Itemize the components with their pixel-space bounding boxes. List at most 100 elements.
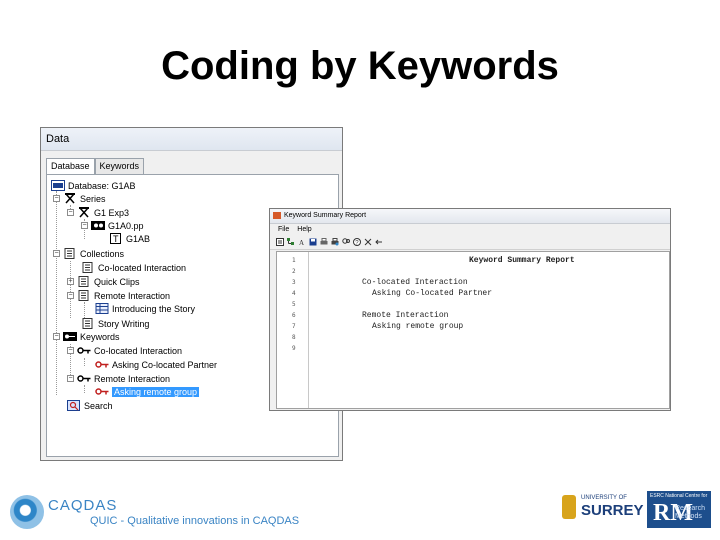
line-number: 7 — [292, 323, 296, 330]
series-icon — [65, 193, 75, 204]
tree-item-keyword[interactable]: Asking Co-located Partner — [95, 358, 217, 371]
tree-item-collections[interactable]: − Collections — [53, 247, 124, 260]
keyword-group-icon — [63, 332, 77, 341]
ncrm-top-text: ESRC National Centre for — [650, 493, 708, 499]
keyword-summary-window: Keyword Summary Report File Help A ? 1 2… — [269, 208, 671, 411]
help-icon[interactable]: ? — [353, 238, 361, 246]
print-setup-icon[interactable] — [331, 238, 339, 246]
transcript-icon: T — [110, 233, 121, 244]
line-number: 1 — [292, 257, 296, 264]
tree-item-keywords[interactable]: − Keywords — [53, 330, 120, 343]
back-arrow-icon[interactable] — [375, 238, 383, 246]
tree-item-label: G1 Exp3 — [94, 207, 130, 218]
database-icon — [51, 180, 65, 191]
collapse-toggle[interactable]: − — [67, 375, 74, 382]
collapse-toggle[interactable]: − — [67, 209, 74, 216]
ncrm-logo: ESRC National Centre for RM Research Met… — [647, 491, 711, 528]
tree-item-label: G1A0.pp — [108, 220, 144, 231]
surrey-logo: UNIVERSITY OF SURREY — [562, 493, 644, 523]
caqdas-circle-icon — [10, 495, 44, 529]
tree-toggle-icon[interactable] — [287, 238, 295, 246]
menu-file[interactable]: File — [278, 224, 289, 235]
tree-item-series[interactable]: − Series — [53, 192, 106, 205]
tree-item-label: Search — [84, 400, 113, 411]
tree-item-keyword-selected[interactable]: Asking remote group — [95, 385, 200, 398]
collapse-toggle[interactable]: − — [67, 292, 74, 299]
print-icon[interactable] — [320, 238, 328, 246]
tree-item-label: Collections — [80, 248, 125, 259]
tree-item-collection[interactable]: Story Writing — [81, 317, 149, 330]
toolbar: A ? — [270, 235, 670, 250]
font-icon[interactable]: A — [298, 238, 306, 246]
report-line-keyword: Asking Co-located Partner — [372, 289, 493, 298]
surrey-name: SURREY — [581, 502, 644, 519]
keyword-summary-title: Keyword Summary Report — [284, 212, 367, 219]
tab-database[interactable]: Database — [46, 158, 95, 174]
key-icon — [95, 388, 109, 395]
collapse-toggle[interactable]: − — [53, 333, 60, 340]
clip-icon — [95, 303, 109, 314]
tree-item-media[interactable]: − G1A0.pp — [81, 219, 144, 232]
tree-item-collection[interactable]: + Quick Clips — [67, 275, 140, 288]
tree-item-label: Co-located Interaction — [94, 345, 183, 356]
collapse-toggle[interactable]: − — [67, 347, 74, 354]
tree-item-keyword-group[interactable]: − Co-located Interaction — [67, 344, 182, 357]
tree-item-clip[interactable]: Introducing the Story — [95, 302, 195, 315]
slide-title: Coding by Keywords — [161, 44, 559, 88]
tree-item-label: Database: G1AB — [68, 180, 136, 191]
collapse-toggle[interactable]: − — [81, 222, 88, 229]
tree-item-label: Keywords — [80, 331, 120, 342]
close-icon[interactable] — [364, 238, 372, 246]
expand-toggle[interactable]: + — [67, 278, 74, 285]
tree-item-label: Remote Interaction — [94, 373, 171, 384]
collection-icon — [78, 276, 89, 287]
key-icon — [77, 347, 91, 354]
media-file-icon — [91, 221, 105, 230]
tree-item-label: Asking Co-located Partner — [112, 359, 218, 370]
save-icon[interactable] — [309, 238, 317, 246]
tree-item-database[interactable]: Database: G1AB — [51, 179, 136, 192]
tree-item-collection[interactable]: − Remote Interaction — [67, 289, 170, 302]
collection-icon — [82, 262, 93, 273]
tree-item-label: Series — [80, 193, 106, 204]
line-number: 4 — [292, 290, 296, 297]
key-icon — [77, 375, 91, 382]
report-icon[interactable] — [276, 238, 284, 246]
tree-item-transcript[interactable]: T G1AB — [109, 232, 150, 245]
menu-help[interactable]: Help — [297, 224, 311, 235]
tree-item-label: G1AB — [126, 233, 151, 244]
stag-crest-icon — [562, 495, 576, 519]
tree-item-label: Asking remote group — [112, 386, 200, 397]
tree-item-label: Introducing the Story — [112, 303, 196, 314]
tree-item-label: Co-located Interaction — [98, 262, 187, 273]
tree-item-episode[interactable]: − G1 Exp3 — [67, 206, 129, 219]
ncrm-side-word: Methods — [675, 513, 702, 520]
caqdas-name: CAQDAS — [48, 497, 118, 514]
collection-icon — [82, 318, 93, 329]
ncrm-side-text: Research Methods — [675, 505, 705, 521]
app-icon — [273, 212, 281, 219]
tree-item-search[interactable]: Search — [67, 399, 113, 412]
tree-item-label: Quick Clips — [94, 276, 140, 287]
report-line-keyword-group: Co-located Interaction — [362, 278, 468, 287]
tree-item-keyword-group[interactable]: − Remote Interaction — [67, 372, 170, 385]
find-icon[interactable] — [342, 238, 350, 246]
tab-keywords[interactable]: Keywords — [94, 158, 145, 174]
collapse-toggle[interactable]: − — [53, 250, 60, 257]
ncrm-side-word: Research — [675, 505, 705, 512]
svg-text:T: T — [113, 234, 119, 244]
line-number: 5 — [292, 301, 296, 308]
report-heading: Keyword Summary Report — [469, 256, 575, 265]
report-document[interactable]: 1 2 3 4 5 6 7 8 9 Keyword Summary Report… — [276, 251, 670, 409]
collapse-toggle[interactable]: − — [53, 195, 60, 202]
episode-icon — [79, 207, 89, 218]
report-line-keyword-group: Remote Interaction — [362, 311, 449, 320]
line-number: 8 — [292, 334, 296, 341]
line-number: 6 — [292, 312, 296, 319]
menu-bar: File Help — [270, 224, 670, 235]
keyword-summary-titlebar: Keyword Summary Report — [270, 209, 670, 224]
caqdas-tagline: QUIC - Qualitative innovations in CAQDAS — [90, 515, 300, 527]
collection-icon — [78, 290, 89, 301]
tree-item-collection[interactable]: Co-located Interaction — [81, 261, 186, 274]
collection-icon — [64, 248, 75, 259]
